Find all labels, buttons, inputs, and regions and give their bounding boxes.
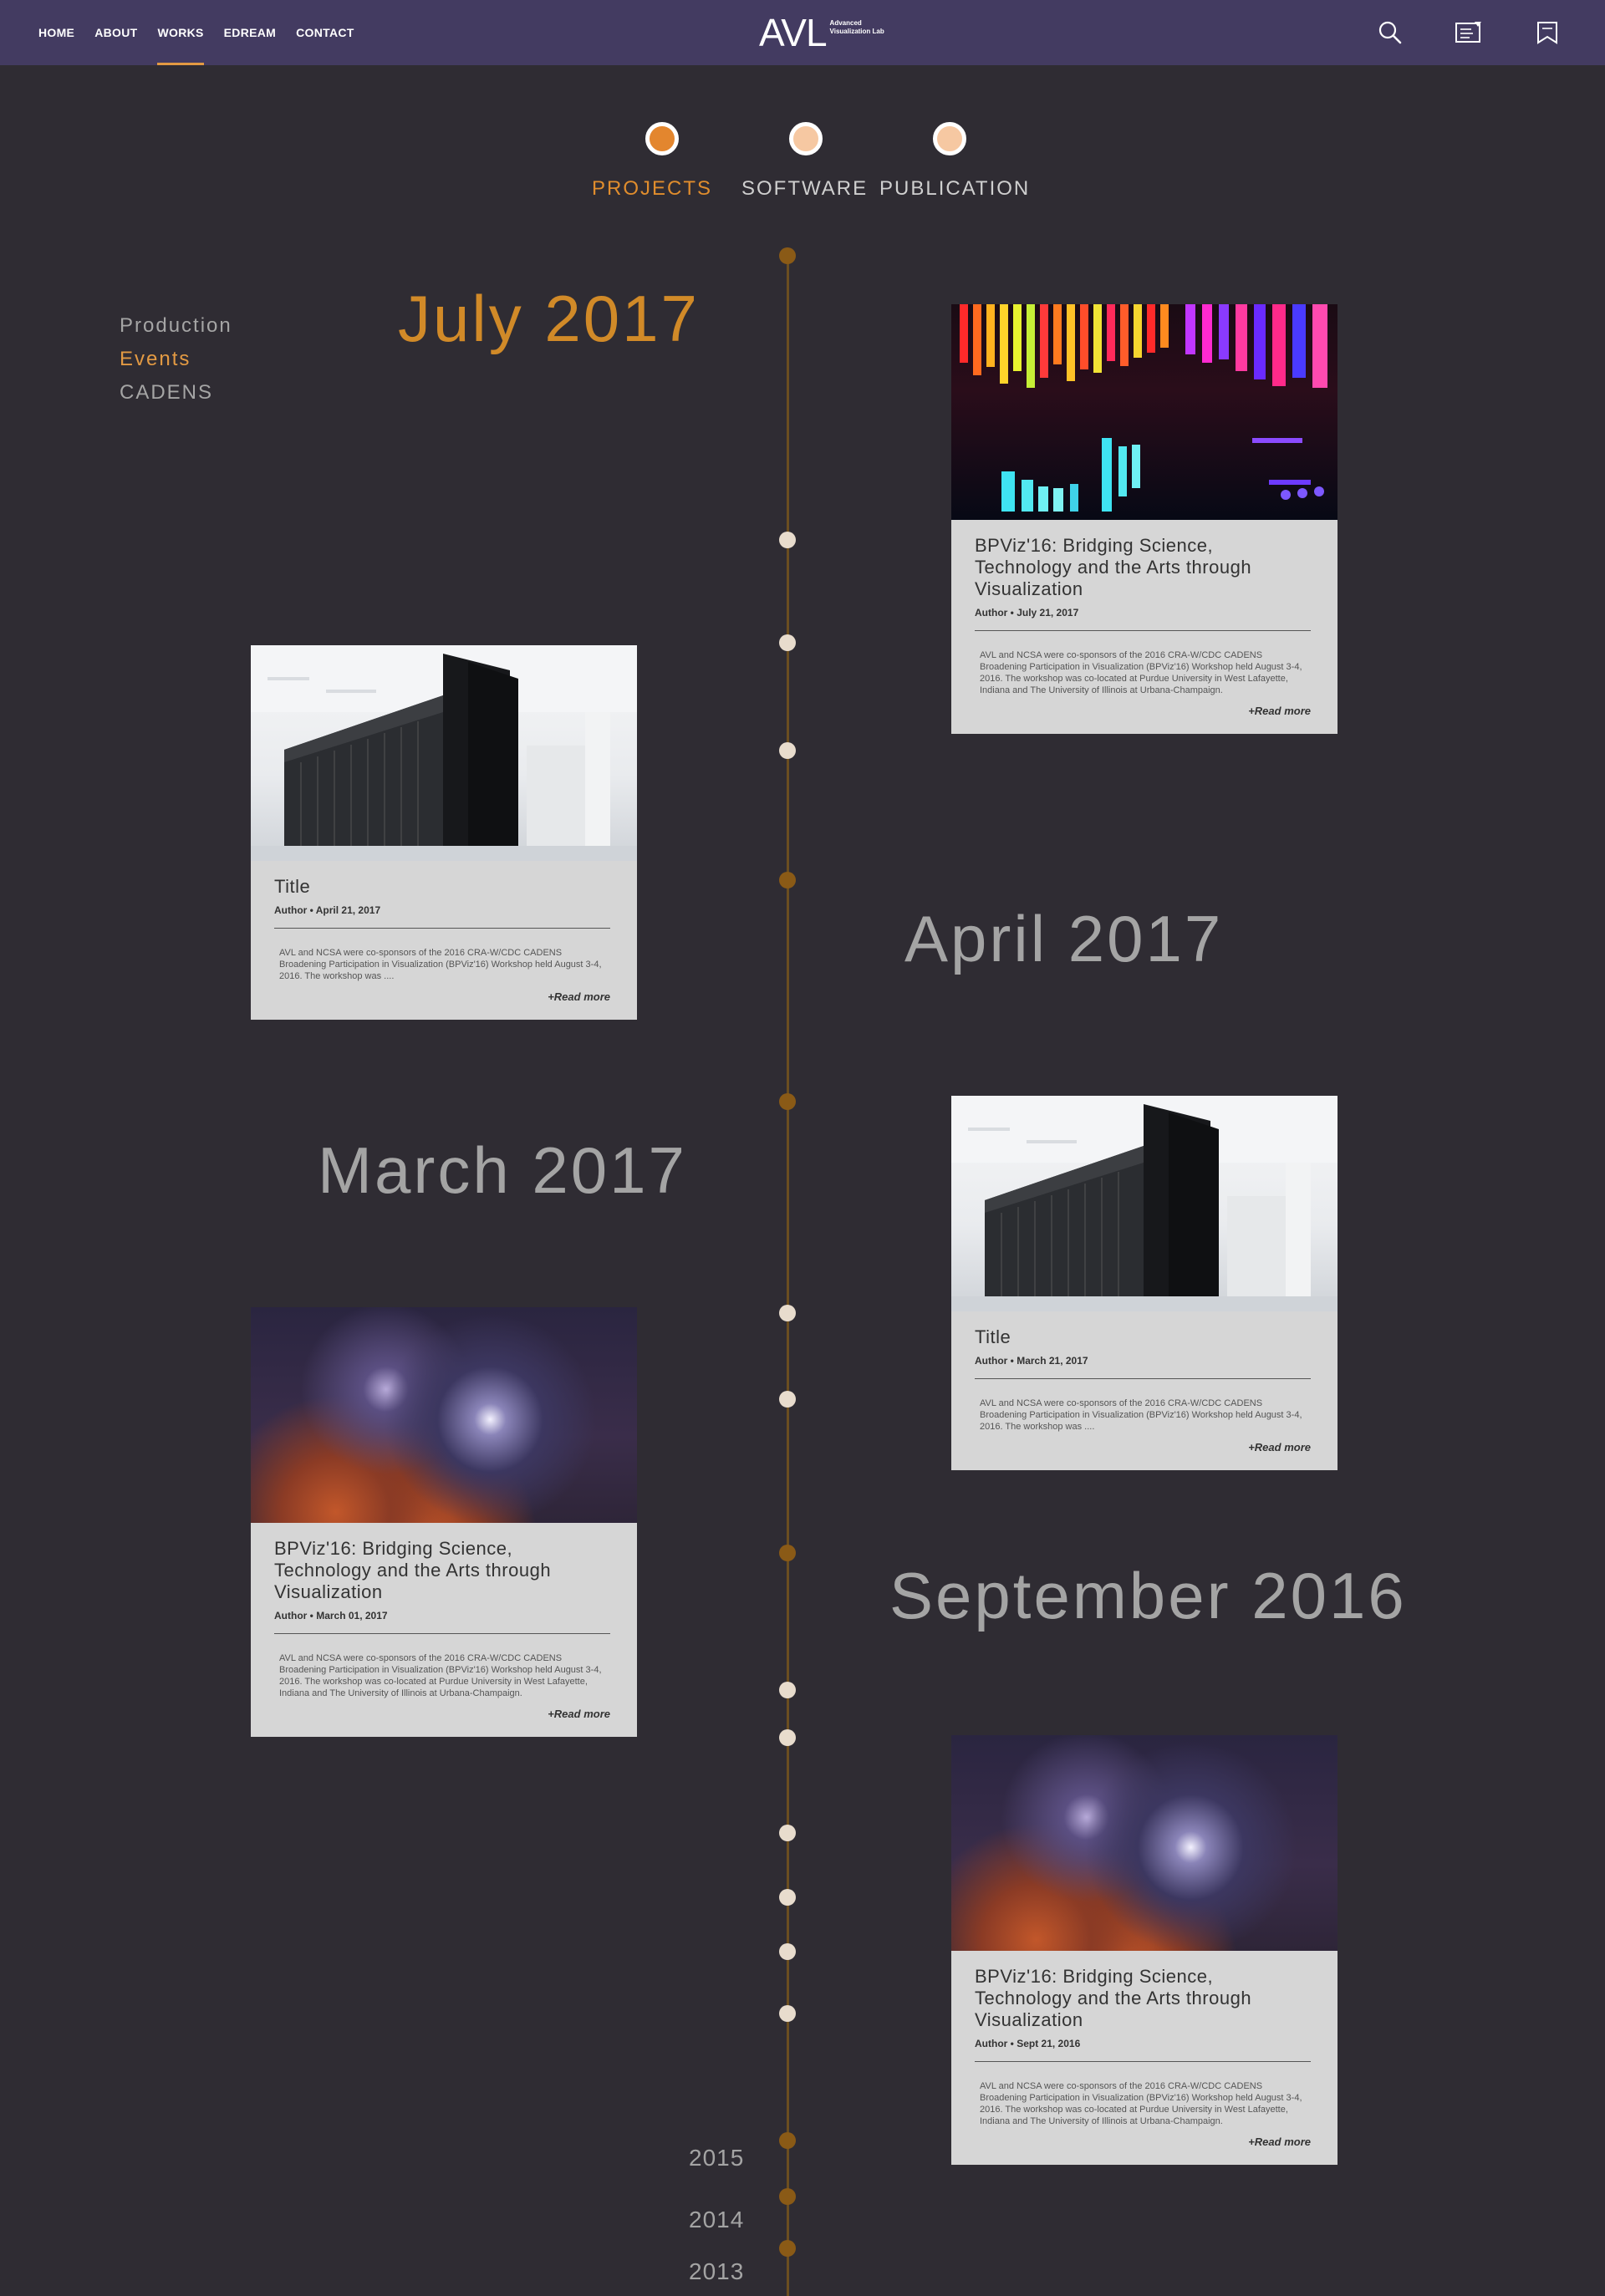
nav-links: HOME ABOUT WORKS EDREAM CONTACT (38, 0, 354, 65)
card-image-server-room (951, 1096, 1338, 1311)
card-excerpt: AVL and NCSA were co-sponsors of the 201… (980, 2081, 1302, 2126)
timeline-dot[interactable] (779, 1545, 796, 1561)
card-meta: Author • Sept 21, 2016 (975, 2038, 1081, 2049)
timeline-dot[interactable] (779, 634, 796, 651)
filter-events[interactable]: Events (120, 343, 232, 376)
timeline-dot[interactable] (779, 247, 796, 264)
timeline-dot[interactable] (779, 2240, 796, 2257)
read-more-link[interactable]: +Read more (975, 705, 1311, 717)
tab-software[interactable]: SOFTWARE (741, 177, 868, 201)
timeline-dot[interactable] (779, 872, 796, 888)
card-meta: Author • July 21, 2017 (975, 607, 1079, 619)
read-more-link[interactable]: +Read more (975, 1441, 1311, 1453)
card-image-nebula (251, 1307, 637, 1523)
year-2013[interactable]: 2013 (689, 2258, 744, 2285)
card-image-light-bars (951, 304, 1338, 520)
timeline-dot[interactable] (779, 1825, 796, 1841)
search-icon[interactable] (1373, 15, 1408, 50)
nav-link-contact[interactable]: CONTACT (296, 0, 354, 65)
card-excerpt: AVL and NCSA were co-sponsors of the 201… (980, 1398, 1302, 1432)
card-meta: Author • March 21, 2017 (975, 1355, 1088, 1367)
timeline-dot[interactable] (779, 742, 796, 759)
top-navbar: HOME ABOUT WORKS EDREAM CONTACT AVL Adva… (0, 0, 1605, 65)
card-excerpt: AVL and NCSA were co-sponsors of the 201… (279, 948, 602, 981)
card-title[interactable]: BPViz'16: Bridging Science, Technology a… (274, 1538, 610, 1603)
nav-link-edream[interactable]: EDREAM (224, 0, 276, 65)
timeline-dot[interactable] (779, 2132, 796, 2149)
card-excerpt: AVL and NCSA were co-sponsors of the 201… (279, 1653, 602, 1698)
nav-link-home[interactable]: HOME (38, 0, 74, 65)
card-meta: Author • April 21, 2017 (274, 904, 381, 916)
logo-subtitle-line-1: Advanced (829, 19, 862, 28)
card-body: BPViz'16: Bridging Science, Technology a… (251, 1523, 637, 1737)
bookmark-icon[interactable] (1530, 15, 1565, 50)
tab-projects[interactable]: PROJECTS (592, 177, 712, 201)
event-card[interactable]: Title Author • March 21, 2017 AVL and NC… (951, 1096, 1338, 1470)
read-more-link[interactable]: +Read more (274, 990, 610, 1003)
read-more-link[interactable]: +Read more (274, 1708, 610, 1720)
tab-publication[interactable]: PUBLICATION (879, 177, 1030, 201)
month-heading-july-2017: July 2017 (398, 282, 700, 355)
timeline-dot[interactable] (779, 1943, 796, 1960)
timeline-dot[interactable] (779, 532, 796, 548)
event-card[interactable]: BPViz'16: Bridging Science, Technology a… (951, 304, 1338, 734)
nav-link-about[interactable]: ABOUT (94, 0, 137, 65)
timeline-dot[interactable] (779, 1305, 796, 1321)
timeline-dot[interactable] (779, 1889, 796, 1906)
timeline-dot[interactable] (779, 1391, 796, 1408)
card-body: Title Author • March 21, 2017 AVL and NC… (951, 1311, 1338, 1470)
tab-projects-dot[interactable] (645, 122, 679, 155)
card-divider (274, 1633, 610, 1634)
timeline-dot[interactable] (779, 2005, 796, 2022)
card-body: BPViz'16: Bridging Science, Technology a… (951, 520, 1338, 734)
month-heading-march-2017: March 2017 (318, 1133, 687, 1207)
timeline-dot[interactable] (779, 1682, 796, 1698)
timeline-dot[interactable] (779, 2188, 796, 2205)
tab-software-dot[interactable] (789, 122, 823, 155)
card-excerpt: AVL and NCSA were co-sponsors of the 201… (980, 650, 1302, 695)
filter-production[interactable]: Production (120, 309, 232, 343)
card-image-nebula (951, 1735, 1338, 1951)
card-title[interactable]: BPViz'16: Bridging Science, Technology a… (975, 535, 1311, 600)
avl-logo[interactable]: AVL Advanced Visualization Lab (759, 10, 884, 55)
timeline-dot[interactable] (779, 1729, 796, 1746)
year-2015[interactable]: 2015 (689, 2145, 744, 2171)
month-heading-april-2017: April 2017 (904, 902, 1224, 975)
card-title[interactable]: Title (274, 876, 610, 898)
nav-icons (1373, 0, 1565, 65)
card-image-server-room (251, 645, 637, 861)
logo-mark: AVL (759, 11, 828, 54)
event-card[interactable]: Title Author • April 21, 2017 AVL and NC… (251, 645, 637, 1020)
document-icon[interactable] (1451, 15, 1486, 50)
logo-subtitle: Advanced Visualization Lab (830, 19, 884, 35)
card-divider (975, 630, 1311, 631)
logo-subtitle-line-2: Visualization Lab (829, 28, 884, 35)
card-body: Title Author • April 21, 2017 AVL and NC… (251, 861, 637, 1020)
card-title[interactable]: Title (975, 1326, 1311, 1348)
card-divider (274, 928, 610, 929)
nav-link-works[interactable]: WORKS (157, 0, 204, 65)
filter-cadens[interactable]: CADENS (120, 376, 232, 410)
card-meta: Author • March 01, 2017 (274, 1610, 388, 1621)
timeline-line (787, 252, 789, 2296)
tab-publication-dot[interactable] (933, 122, 966, 155)
read-more-link[interactable]: +Read more (975, 2136, 1311, 2148)
year-2014[interactable]: 2014 (689, 2207, 744, 2233)
month-heading-september-2016: September 2016 (889, 1559, 1407, 1632)
card-body: BPViz'16: Bridging Science, Technology a… (951, 1951, 1338, 2165)
card-title[interactable]: BPViz'16: Bridging Science, Technology a… (975, 1966, 1311, 2031)
card-divider (975, 2061, 1311, 2062)
category-filters: Production Events CADENS (120, 309, 232, 410)
event-card[interactable]: BPViz'16: Bridging Science, Technology a… (251, 1307, 637, 1737)
event-card[interactable]: BPViz'16: Bridging Science, Technology a… (951, 1735, 1338, 2165)
timeline-dot[interactable] (779, 1093, 796, 1110)
card-divider (975, 1378, 1311, 1379)
